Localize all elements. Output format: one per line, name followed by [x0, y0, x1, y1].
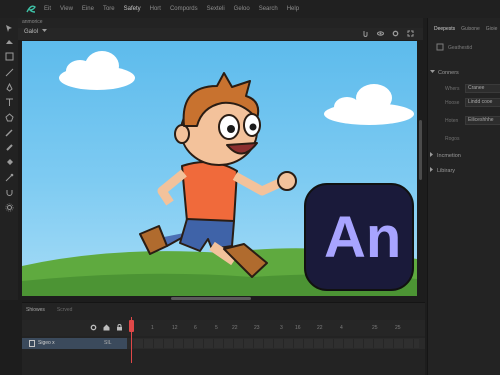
- property-row: Hoten Eiliceshhhe: [445, 116, 500, 125]
- lock-icon[interactable]: [116, 324, 123, 333]
- menu-sexteli[interactable]: Sexteli: [207, 6, 225, 12]
- running-boy-character: [139, 72, 297, 278]
- chevron-right-icon: [430, 152, 434, 159]
- tab-timeline[interactable]: Shiowes: [26, 307, 45, 313]
- shape-tool-icon[interactable]: [3, 111, 15, 123]
- panel-header: Geathestid: [436, 43, 472, 53]
- frame-number: 12: [172, 325, 178, 331]
- property-row: Hoose Lindd cooe: [445, 98, 500, 107]
- menu-hort[interactable]: Hort: [150, 6, 161, 12]
- badge-text: An: [324, 205, 402, 270]
- frames-strip[interactable]: [134, 339, 419, 348]
- line-tool-icon[interactable]: [3, 66, 15, 78]
- subselect-tool-icon[interactable]: [3, 36, 15, 48]
- tab-gioie[interactable]: Gioie: [486, 26, 498, 38]
- scene-bar: Galol: [18, 28, 423, 40]
- menu-help[interactable]: Help: [287, 6, 299, 12]
- panel-tabs: Deepests Guisone Gioie: [428, 26, 500, 38]
- tab-guisone[interactable]: Guisone: [461, 26, 480, 38]
- menu-bar: Eit View Eine Tore Safety Hort Compords …: [0, 0, 500, 18]
- stage-canvas[interactable]: An: [22, 41, 417, 296]
- layer-value: SIL: [104, 340, 112, 346]
- eraser-tool-icon[interactable]: [3, 186, 15, 198]
- brush-tool-icon[interactable]: [3, 141, 15, 153]
- section-label: Incmetion: [437, 152, 461, 159]
- frame-number: 22: [317, 325, 323, 331]
- frame-number: 25: [395, 325, 401, 331]
- section-label: Libirary: [437, 167, 456, 174]
- property-field[interactable]: Eiliceshhhe: [465, 116, 500, 125]
- section-incmetion[interactable]: Incmetion: [430, 152, 500, 159]
- frame-number: 23: [254, 325, 260, 331]
- frame-number: 6: [194, 325, 197, 331]
- layer-name-cell[interactable]: Sigeo x SIL: [22, 338, 127, 349]
- document-tab-strip: anmorice: [18, 18, 423, 28]
- menu-tools[interactable]: Tore: [103, 6, 115, 12]
- home-icon[interactable]: [103, 324, 110, 333]
- properties-panel: Deepests Guisone Gioie Geathestid Conner…: [427, 18, 500, 375]
- frame-number: 4: [340, 325, 343, 331]
- frame-number: 3: [280, 325, 283, 331]
- stage-vertical-scrollbar[interactable]: [419, 120, 422, 180]
- timeline-header: 1 12 6 5 22 23 3 16 22 4 25 25: [22, 320, 425, 336]
- scene-selector[interactable]: Galol: [24, 29, 48, 35]
- clip-icon[interactable]: [361, 29, 370, 38]
- frame-number: 25: [372, 325, 378, 331]
- layer-icon: [29, 340, 35, 349]
- frame-number: 5: [215, 325, 218, 331]
- property-label: Rogos: [445, 136, 460, 142]
- menu-safety[interactable]: Safety: [124, 6, 141, 12]
- tab-scrved[interactable]: Scrved: [57, 307, 73, 313]
- document-tab[interactable]: anmorice: [22, 19, 43, 25]
- stage-horizontal-scrollbar[interactable]: [171, 297, 251, 300]
- timeline-panel: Shiowes Scrved 1 12 6 5 22 23 3 16 22 4 …: [22, 302, 425, 375]
- menu-search[interactable]: Search: [259, 6, 278, 12]
- layer-name: Sigeo x: [38, 340, 55, 346]
- property-field[interactable]: Cranee: [465, 84, 500, 93]
- cloud-right: [324, 84, 414, 125]
- chevron-down-icon: [430, 70, 435, 76]
- frame-number: 22: [232, 325, 238, 331]
- section-conners[interactable]: Conners: [430, 70, 500, 76]
- settings-tool-icon[interactable]: [3, 201, 15, 213]
- panel-header-label: Geathestid: [448, 45, 473, 51]
- section-label: Conners: [438, 70, 459, 76]
- frame-number: 16: [295, 325, 301, 331]
- section-libirary[interactable]: Libirary: [430, 167, 500, 174]
- eye-icon[interactable]: [376, 29, 385, 38]
- menu-view[interactable]: View: [60, 6, 73, 12]
- chevron-right-icon: [430, 167, 434, 174]
- menu-insert[interactable]: Eine: [82, 6, 94, 12]
- scene-name: Galol: [24, 29, 39, 35]
- chevron-down-icon: [42, 29, 48, 35]
- menu-components[interactable]: Compords: [170, 6, 198, 12]
- transform-tool-icon[interactable]: [3, 50, 15, 62]
- frame-number: 1: [151, 325, 154, 331]
- gear-icon[interactable]: [90, 324, 97, 333]
- property-label: Hoose: [445, 100, 460, 106]
- property-row: Whers Cranee: [445, 84, 500, 93]
- gear-icon[interactable]: [391, 29, 400, 38]
- app-logo-icon[interactable]: [24, 3, 38, 15]
- property-label: Whers: [445, 86, 460, 92]
- paint-bucket-icon[interactable]: [3, 156, 15, 168]
- text-tool-icon[interactable]: [3, 96, 15, 108]
- selection-tool-icon[interactable]: [3, 22, 15, 34]
- pencil-tool-icon[interactable]: [3, 126, 15, 138]
- property-label: Hoten: [445, 118, 459, 124]
- tab-properties[interactable]: Deepests: [434, 26, 455, 38]
- property-field[interactable]: Lindd cooe: [465, 98, 500, 107]
- playhead[interactable]: [131, 317, 132, 363]
- cloud-left: [59, 51, 135, 90]
- property-row: Rogos: [445, 134, 500, 143]
- menu-geloo[interactable]: Geloo: [234, 6, 250, 12]
- document-icon: [436, 43, 444, 53]
- menu-edit[interactable]: Eit: [44, 6, 51, 12]
- eyedropper-tool-icon[interactable]: [3, 171, 15, 183]
- expand-icon[interactable]: [406, 29, 415, 38]
- timeline-layer-row[interactable]: Sigeo x SIL: [22, 338, 425, 349]
- tools-panel: [0, 18, 18, 300]
- pen-tool-icon[interactable]: [3, 81, 15, 93]
